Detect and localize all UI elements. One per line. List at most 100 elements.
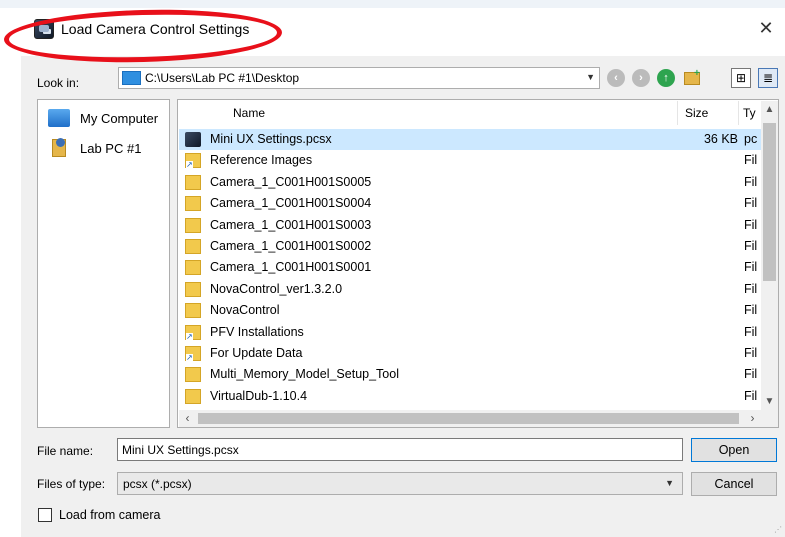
file-name: NovaControl_ver1.3.2.0 <box>210 281 343 296</box>
horizontal-scroll-thumb[interactable] <box>198 413 739 424</box>
user-folder-icon <box>52 138 66 157</box>
dropdown-arrow-icon: ▼ <box>665 478 674 488</box>
look-in-path: C:\Users\Lab PC #1\Desktop <box>145 71 300 85</box>
dropdown-arrow-icon: ▼ <box>586 72 595 82</box>
new-folder-icon[interactable]: + <box>682 68 704 88</box>
places-sidebar: My Computer Lab PC #1 <box>37 99 170 428</box>
close-button[interactable]: ✕ <box>751 14 781 42</box>
file-row[interactable]: Mini UX Settings.pcsx 36 KB pc <box>179 129 761 150</box>
file-type-value: pcsx (*.pcsx) <box>123 477 192 491</box>
load-from-camera-label[interactable]: Load from camera <box>59 508 160 522</box>
file-row[interactable]: VirtualDub-1.10.4 Fil <box>179 386 761 407</box>
shortcut-folder-icon <box>185 346 201 362</box>
file-type: Fil <box>744 346 758 360</box>
file-row[interactable]: Camera_1_C001H001S0002 Fil <box>179 236 761 257</box>
scroll-down-icon[interactable]: ▼ <box>761 393 778 410</box>
file-name: Camera_1_C001H001S0004 <box>210 196 372 211</box>
vertical-scrollbar[interactable]: ▲ ▼ <box>761 101 778 410</box>
file-name: Camera_1_C001H001S0001 <box>210 260 372 275</box>
folder-icon <box>185 388 201 404</box>
vertical-scroll-thumb[interactable] <box>763 123 776 281</box>
file-name: Multi_Memory_Model_Setup_Tool <box>210 367 399 382</box>
file-row[interactable]: NovaControl Fil <box>179 300 761 321</box>
file-name-input[interactable] <box>117 438 683 461</box>
file-type: pc <box>744 132 758 146</box>
scroll-up-icon[interactable]: ▲ <box>761 101 778 118</box>
file-type: Fil <box>744 260 758 275</box>
file-row[interactable]: Camera_1_C001H001S0005 Fil <box>179 172 761 193</box>
load-from-camera-checkbox[interactable] <box>38 508 52 522</box>
column-header-size[interactable]: Size <box>685 101 708 125</box>
folder-icon <box>185 239 201 254</box>
look-in-dropdown[interactable]: C:\Users\Lab PC #1\Desktop ▼ <box>118 67 600 89</box>
file-type: Fil <box>744 324 758 339</box>
file-name: Camera_1_C001H001S0002 <box>210 239 372 253</box>
file-type: Fil <box>744 174 758 189</box>
open-button[interactable]: Open <box>691 438 777 462</box>
file-row[interactable]: Camera_1_C001H001S0004 Fil <box>179 193 761 214</box>
file-type: Fil <box>744 367 758 382</box>
forward-icon[interactable]: › <box>632 69 650 87</box>
scroll-right-icon[interactable]: › <box>744 410 761 427</box>
folder-icon <box>185 281 201 297</box>
look-in-label: Look in: <box>37 76 80 90</box>
place-label: My Computer <box>80 111 159 126</box>
file-name: Reference Images <box>210 153 313 168</box>
file-type-label: Files of type: <box>37 477 106 491</box>
cancel-button[interactable]: Cancel <box>691 472 777 496</box>
place-my-computer[interactable]: My Computer <box>44 106 168 130</box>
file-type-dropdown[interactable]: pcsx (*.pcsx) ▼ <box>117 472 683 495</box>
back-icon[interactable]: ‹ <box>607 69 625 87</box>
file-type: Fil <box>744 303 758 318</box>
folder-icon <box>185 303 201 319</box>
file-name: Mini UX Settings.pcsx <box>210 132 332 146</box>
column-divider[interactable] <box>738 101 739 125</box>
file-type: Fil <box>744 281 758 296</box>
file-type: Fil <box>744 388 758 403</box>
folder-icon <box>185 260 201 276</box>
scrollbar-corner <box>761 410 778 427</box>
file-name: VirtualDub-1.10.4 <box>210 388 308 403</box>
file-type: Fil <box>744 217 758 232</box>
file-name-label: File name: <box>37 444 94 458</box>
file-row[interactable]: NovaControl_ver1.3.2.0 Fil <box>179 279 761 300</box>
file-row[interactable]: Reference Images Fil <box>179 150 761 171</box>
file-list[interactable]: Name Size Ty Mini UX Settings.pcsx 36 KB p… <box>177 99 779 428</box>
folder-icon <box>185 367 201 383</box>
file-row[interactable]: Camera_1_C001H001S0003 Fil <box>179 215 761 236</box>
file-size: 36 KB <box>703 132 738 146</box>
file-type: Fil <box>744 153 758 168</box>
file-name: For Update Data <box>210 346 303 360</box>
app-camera-icon <box>34 19 54 39</box>
folder-icon <box>185 217 201 233</box>
computer-icon <box>48 109 70 127</box>
file-row[interactable]: PFV Installations Fil <box>179 322 761 343</box>
column-header-type[interactable]: Ty <box>743 101 756 125</box>
column-header-name[interactable]: Name <box>233 101 265 125</box>
column-divider[interactable] <box>677 101 678 125</box>
pcsx-file-icon <box>185 132 201 147</box>
file-name: Camera_1_C001H001S0005 <box>210 174 372 189</box>
file-name: NovaControl <box>210 303 280 318</box>
desktop-folder-icon <box>122 71 141 85</box>
place-label: Lab PC #1 <box>80 141 142 156</box>
file-row[interactable]: For Update Data Fil <box>179 343 761 364</box>
file-type: Fil <box>744 239 758 253</box>
folder-icon <box>185 196 201 212</box>
top-strip <box>0 0 785 8</box>
shortcut-folder-icon <box>185 153 201 170</box>
list-view-icon[interactable]: ⊞ <box>731 68 751 88</box>
resize-grip-icon[interactable]: ⋰ <box>774 525 782 534</box>
file-name: PFV Installations <box>210 324 304 339</box>
file-row[interactable]: Camera_1_C001H001S0001 Fil <box>179 257 761 278</box>
scroll-left-icon[interactable]: ‹ <box>179 410 196 427</box>
file-name: Camera_1_C001H001S0003 <box>210 217 372 232</box>
window-title: Load Camera Control Settings <box>61 21 250 37</box>
place-user-folder[interactable]: Lab PC #1 <box>44 136 168 160</box>
file-row[interactable]: Multi_Memory_Model_Setup_Tool Fil <box>179 364 761 385</box>
detail-view-icon[interactable]: ≣ <box>758 68 778 88</box>
up-folder-icon[interactable]: ↑ <box>657 69 675 87</box>
shortcut-folder-icon <box>185 324 201 341</box>
horizontal-scrollbar[interactable]: ‹ › <box>179 410 761 427</box>
file-type: Fil <box>744 196 758 211</box>
